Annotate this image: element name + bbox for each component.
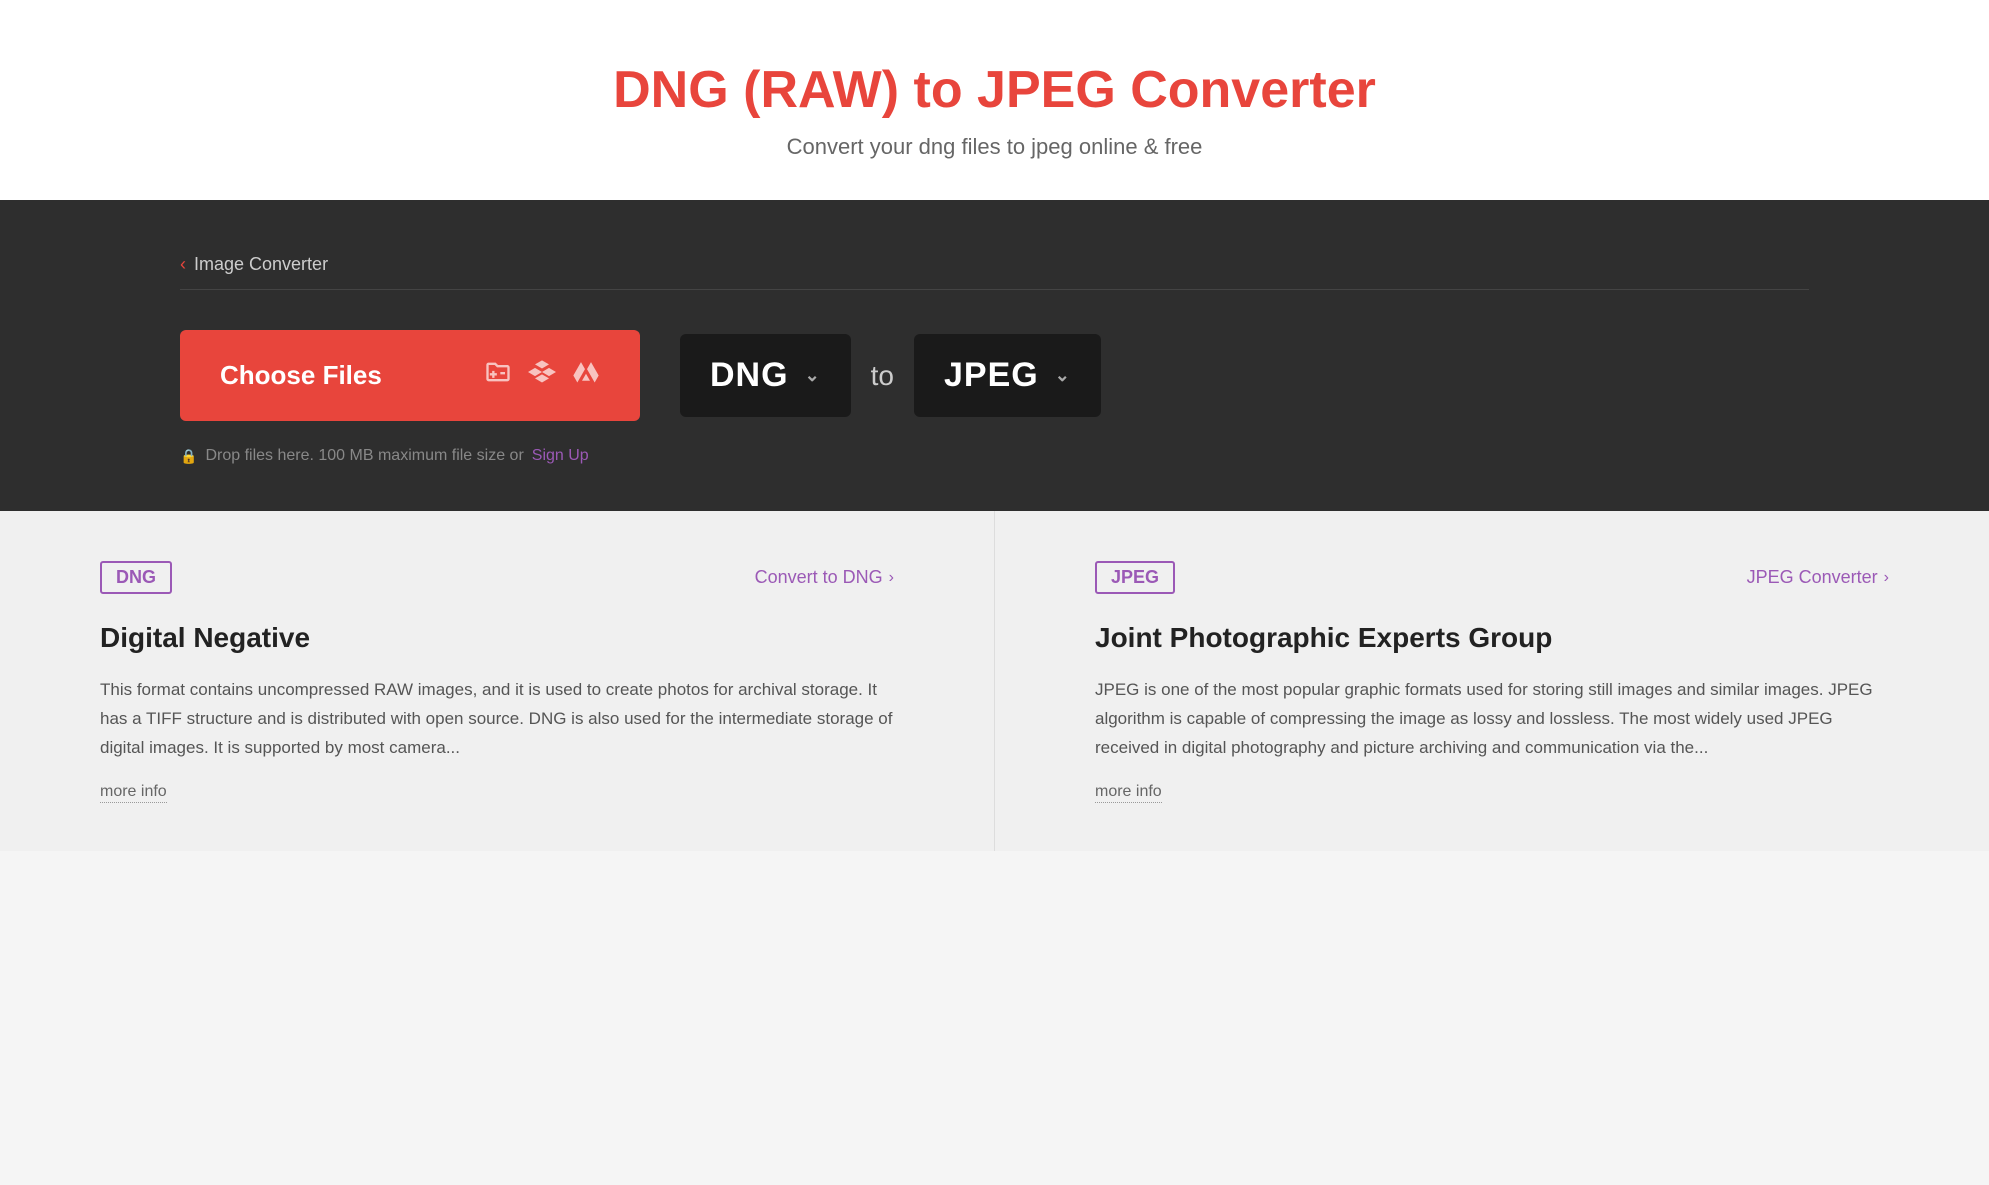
sign-up-link[interactable]: Sign Up: [532, 447, 589, 465]
google-drive-icon: [572, 358, 600, 393]
jpeg-info-card: JPEG JPEG Converter › Joint Photographic…: [994, 511, 1989, 851]
dng-card-description: This format contains uncompressed RAW im…: [100, 676, 894, 763]
format-selector: DNG ⌄ to JPEG ⌄: [680, 334, 1101, 417]
lock-icon: 🔒: [180, 448, 197, 465]
converter-section: ‹ Image Converter Choose Files: [0, 200, 1989, 511]
dng-info-card: DNG Convert to DNG › Digital Negative Th…: [0, 511, 994, 851]
jpeg-card-header: JPEG JPEG Converter ›: [1095, 561, 1889, 594]
convert-dng-arrow-icon: ›: [889, 569, 894, 587]
dng-badge: DNG: [100, 561, 172, 594]
jpeg-card-description: JPEG is one of the most popular graphic …: [1095, 676, 1889, 763]
converter-controls: Choose Files: [180, 330, 1809, 421]
upload-icons: [484, 358, 600, 393]
source-format-label: DNG: [710, 356, 789, 395]
jpeg-converter-link[interactable]: JPEG Converter ›: [1747, 567, 1889, 588]
drop-hint-text: Drop files here. 100 MB maximum file siz…: [205, 447, 523, 465]
choose-files-button[interactable]: Choose Files: [180, 330, 640, 421]
drop-zone-hint: 🔒 Drop files here. 100 MB maximum file s…: [180, 441, 1809, 471]
source-format-selector[interactable]: DNG ⌄: [680, 334, 851, 417]
page-subtitle: Convert your dng files to jpeg online & …: [20, 134, 1969, 160]
jpeg-badge: JPEG: [1095, 561, 1175, 594]
target-format-label: JPEG: [944, 356, 1039, 395]
convert-to-dng-link[interactable]: Convert to DNG ›: [755, 567, 894, 588]
to-label: to: [871, 360, 894, 392]
info-cards-section: DNG Convert to DNG › Digital Negative Th…: [0, 511, 1989, 851]
breadcrumb-label: Image Converter: [194, 254, 328, 275]
source-format-chevron-icon: ⌄: [805, 365, 821, 386]
choose-files-label: Choose Files: [220, 360, 382, 391]
target-format-selector[interactable]: JPEG ⌄: [914, 334, 1101, 417]
page-header: DNG (RAW) to JPEG Converter Convert your…: [0, 0, 1989, 200]
dropbox-icon: [528, 358, 556, 393]
breadcrumb-chevron-icon: ‹: [180, 254, 186, 275]
target-format-chevron-icon: ⌄: [1055, 365, 1071, 386]
jpeg-more-info-link[interactable]: more info: [1095, 783, 1162, 803]
dng-card-header: DNG Convert to DNG ›: [100, 561, 894, 594]
file-browse-icon: [484, 358, 512, 393]
page-title: DNG (RAW) to JPEG Converter: [20, 60, 1969, 120]
dng-card-title: Digital Negative: [100, 622, 894, 654]
breadcrumb: ‹ Image Converter: [180, 240, 1809, 290]
jpeg-card-title: Joint Photographic Experts Group: [1095, 622, 1889, 654]
dng-more-info-link[interactable]: more info: [100, 783, 167, 803]
jpeg-converter-arrow-icon: ›: [1884, 569, 1889, 587]
